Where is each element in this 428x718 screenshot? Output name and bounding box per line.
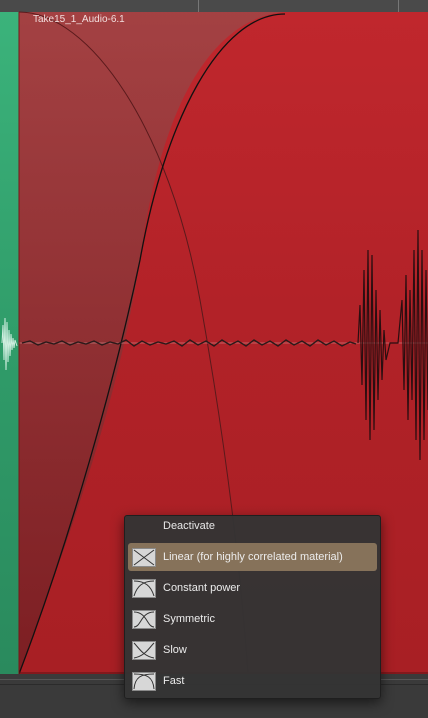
menu-item-constant-power[interactable]: Constant power — [128, 574, 377, 602]
symmetric-curve-icon — [132, 609, 156, 629]
menu-item-label: Slow — [163, 644, 187, 656]
deactivate-menu-item[interactable]: Deactivate — [163, 520, 215, 532]
menu-item-slow[interactable]: Slow — [128, 636, 377, 664]
menu-item-fast[interactable]: Fast — [128, 667, 377, 695]
menu-item-label: Linear (for highly correlated material) — [163, 551, 343, 563]
constant-power-curve-icon — [132, 578, 156, 598]
menu-item-label: Constant power — [163, 582, 241, 594]
menu-item-label: Symmetric — [163, 613, 215, 625]
crossfade-curve-menu: Deactivate Linear (for highly correlated… — [124, 515, 381, 699]
waveform-loud-burst — [357, 229, 428, 461]
menu-item-linear[interactable]: Linear (for highly correlated material) — [128, 543, 377, 571]
slow-curve-icon — [132, 640, 156, 660]
menu-item-symmetric[interactable]: Symmetric — [128, 605, 377, 633]
linear-curve-icon — [132, 547, 156, 567]
waveform-green-region — [1, 317, 18, 371]
fast-curve-icon — [132, 671, 156, 691]
region-title: Take15_1_Audio-6.1 — [33, 14, 125, 25]
menu-item-label: Fast — [163, 675, 185, 687]
